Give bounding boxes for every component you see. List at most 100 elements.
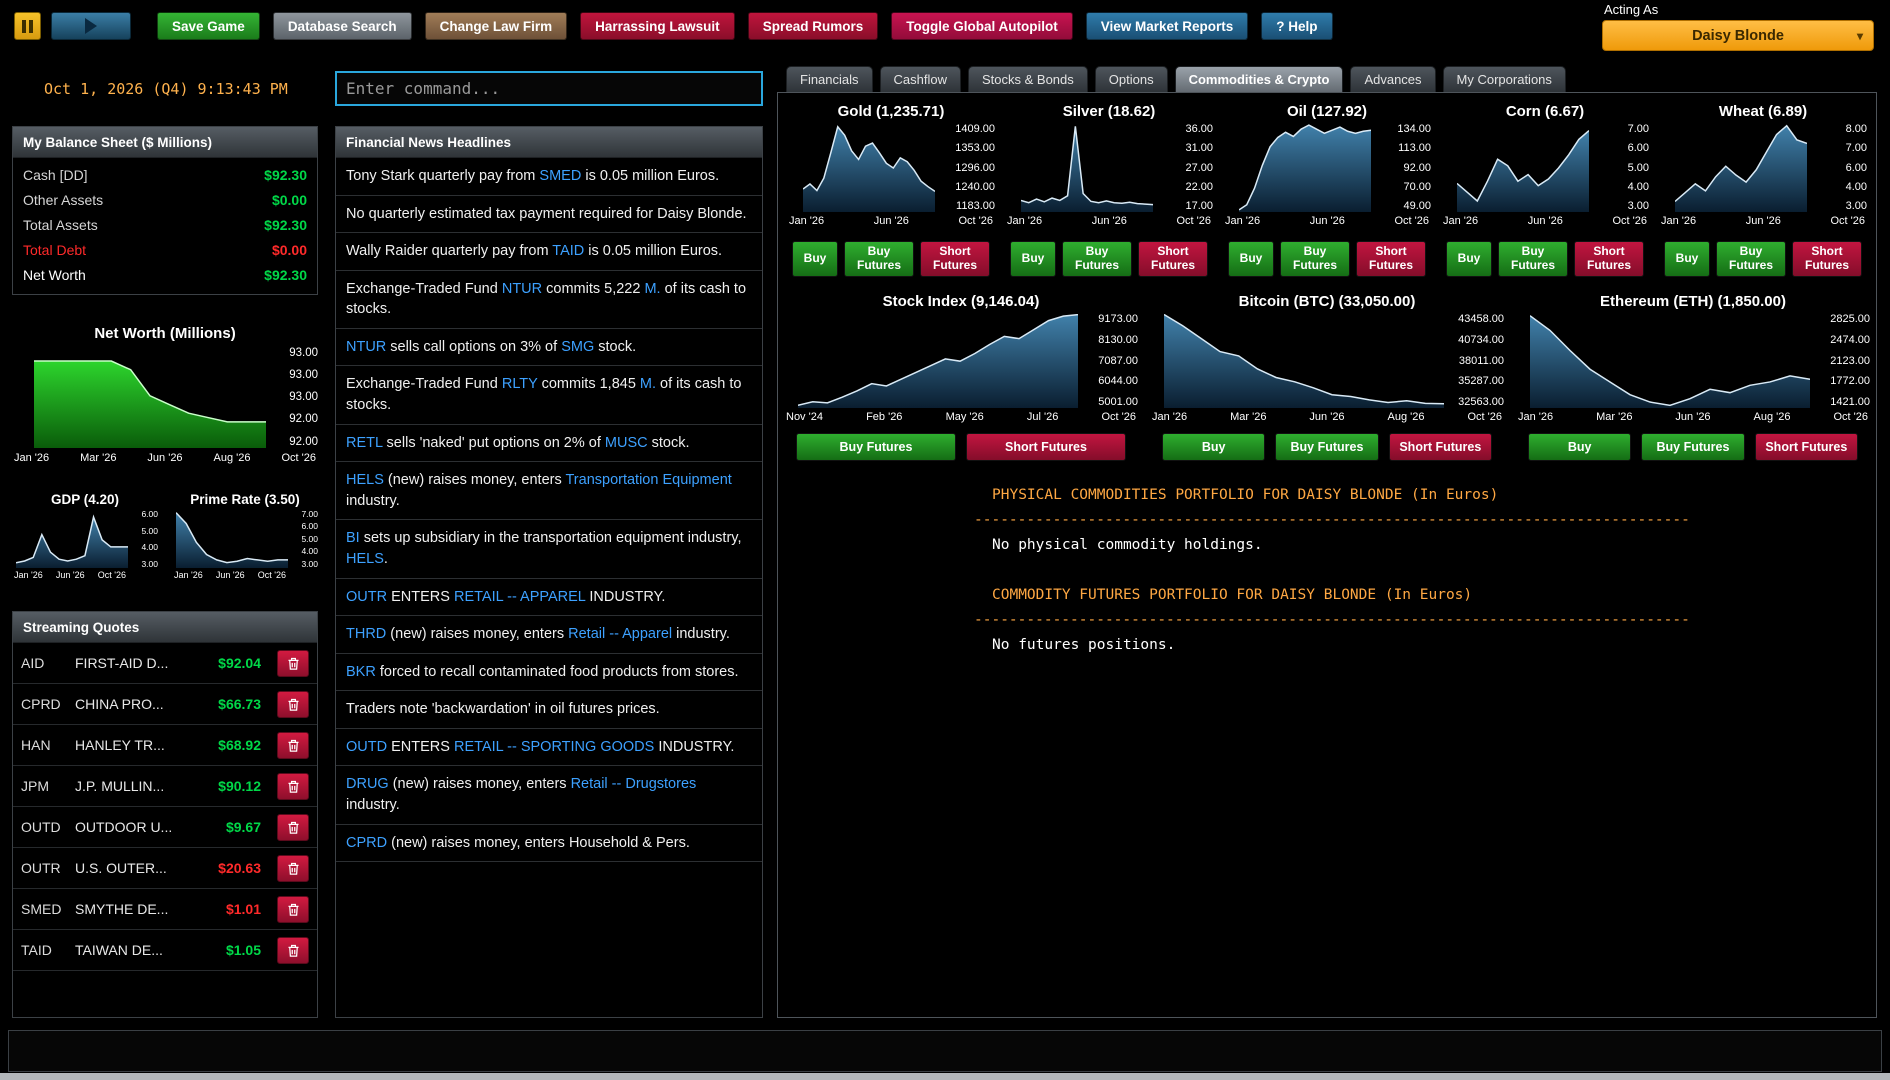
news-item[interactable]: Tony Stark quarterly pay from SMED is 0.…: [336, 158, 762, 196]
news-ticker-link[interactable]: CPRD: [346, 835, 387, 851]
oil-short-futures-button[interactable]: Short Futures: [1356, 241, 1426, 277]
save-game-button[interactable]: Save Game: [157, 12, 260, 40]
news-item[interactable]: Exchange-Traded Fund RLTY commits 1,845 …: [336, 366, 762, 424]
spread-rumors-button[interactable]: Spread Rumors: [748, 12, 879, 40]
quote-row[interactable]: OUTDOUTDOOR U...$9.67: [13, 807, 317, 848]
news-item[interactable]: THRD (new) raises money, enters Retail -…: [336, 616, 762, 654]
quote-row[interactable]: OUTRU.S. OUTER...$20.63: [13, 848, 317, 889]
gold-buy-button[interactable]: Buy: [792, 241, 838, 277]
quote-row[interactable]: JPMJ.P. MULLIN...$90.12: [13, 766, 317, 807]
oil-buy-button[interactable]: Buy: [1228, 241, 1274, 277]
news-ticker-link[interactable]: OUTR: [346, 589, 387, 605]
news-ticker-link[interactable]: BI: [346, 530, 360, 546]
axis-label: Nov '24: [786, 411, 823, 423]
quote-row[interactable]: CPRDCHINA PRO...$66.73: [13, 684, 317, 725]
acting-as-dropdown[interactable]: Daisy Blonde ▾: [1602, 20, 1874, 51]
delete-quote-button[interactable]: [277, 814, 309, 841]
news-ticker-link[interactable]: MUSC: [605, 435, 648, 451]
news-text: Traders note 'backwardation' in oil futu…: [346, 701, 660, 717]
corn-short-futures-button[interactable]: Short Futures: [1574, 241, 1644, 277]
delete-quote-button[interactable]: [277, 691, 309, 718]
stock-index-short-futures-button[interactable]: Short Futures: [966, 433, 1126, 461]
news-item[interactable]: Exchange-Traded Fund NTUR commits 5,222 …: [336, 271, 762, 329]
silver-buy-button[interactable]: Buy: [1010, 241, 1056, 277]
database-search-button[interactable]: Database Search: [273, 12, 412, 40]
harrassing-lawsuit-button[interactable]: Harrassing Lawsuit: [580, 12, 735, 40]
tab-stocks-bonds[interactable]: Stocks & Bonds: [968, 66, 1088, 92]
news-item[interactable]: RETL sells 'naked' put options on 2% of …: [336, 425, 762, 463]
play-button[interactable]: [51, 12, 131, 40]
tab-commodities-crypto[interactable]: Commodities & Crypto: [1175, 66, 1344, 92]
pause-button[interactable]: [14, 12, 41, 40]
news-ticker-link[interactable]: M.: [644, 281, 660, 297]
news-item[interactable]: BKR forced to recall contaminated food p…: [336, 654, 762, 692]
news-ticker-link[interactable]: Retail -- Drugstores: [571, 776, 697, 792]
news-item[interactable]: No quarterly estimated tax payment requi…: [336, 196, 762, 234]
news-item[interactable]: OUTD ENTERS RETAIL -- SPORTING GOODS IND…: [336, 729, 762, 767]
news-item[interactable]: DRUG (new) raises money, enters Retail -…: [336, 766, 762, 824]
ethereum-buy-button[interactable]: Buy: [1528, 433, 1631, 461]
quote-row[interactable]: TAIDTAIWAN DE...$1.05: [13, 930, 317, 971]
silver-buy-futures-button[interactable]: Buy Futures: [1062, 241, 1132, 277]
delete-quote-button[interactable]: [277, 732, 309, 759]
news-ticker-link[interactable]: RETL: [346, 435, 383, 451]
news-ticker-link[interactable]: NTUR: [346, 339, 386, 355]
news-ticker-link[interactable]: HELS: [346, 551, 384, 567]
news-ticker-link[interactable]: Transportation Equipment: [565, 472, 731, 488]
ethereum-buy-futures-button[interactable]: Buy Futures: [1641, 433, 1744, 461]
delete-quote-button[interactable]: [277, 937, 309, 964]
tab-advances[interactable]: Advances: [1350, 66, 1435, 92]
view-market-reports-button[interactable]: View Market Reports: [1086, 12, 1249, 40]
bitcoin-buy-futures-button[interactable]: Buy Futures: [1275, 433, 1378, 461]
news-ticker-link[interactable]: TAID: [552, 243, 584, 259]
news-ticker-link[interactable]: SMED: [539, 168, 581, 184]
news-ticker-link[interactable]: BKR: [346, 664, 376, 680]
delete-quote-button[interactable]: [277, 896, 309, 923]
news-item[interactable]: Traders note 'backwardation' in oil futu…: [336, 691, 762, 729]
news-ticker-link[interactable]: OUTD: [346, 739, 387, 755]
news-ticker-link[interactable]: THRD: [346, 626, 386, 642]
silver-short-futures-button[interactable]: Short Futures: [1138, 241, 1208, 277]
news-ticker-link[interactable]: SMG: [561, 339, 594, 355]
news-ticker-link[interactable]: Retail -- Apparel: [568, 626, 672, 642]
corn-buy-futures-button[interactable]: Buy Futures: [1498, 241, 1568, 277]
news-ticker-link[interactable]: DRUG: [346, 776, 389, 792]
command-input[interactable]: [335, 71, 763, 106]
corn-buy-button[interactable]: Buy: [1446, 241, 1492, 277]
news-ticker-link[interactable]: RETAIL -- APPAREL: [454, 589, 585, 605]
news-ticker-link[interactable]: M.: [640, 376, 656, 392]
news-ticker-link[interactable]: NTUR: [502, 281, 542, 297]
wheat-buy-futures-button[interactable]: Buy Futures: [1716, 241, 1786, 277]
toggle-global-autopilot-button[interactable]: Toggle Global Autopilot: [891, 12, 1072, 40]
wheat-short-futures-button[interactable]: Short Futures: [1792, 241, 1862, 277]
tab-my-corporations[interactable]: My Corporations: [1443, 66, 1566, 92]
news-item[interactable]: OUTR ENTERS RETAIL -- APPAREL INDUSTRY.: [336, 579, 762, 617]
delete-quote-button[interactable]: [277, 773, 309, 800]
quote-row[interactable]: SMEDSMYTHE DE...$1.01: [13, 889, 317, 930]
news-ticker-link[interactable]: RLTY: [502, 376, 538, 392]
delete-quote-button[interactable]: [277, 650, 309, 677]
news-ticker-link[interactable]: HELS: [346, 472, 384, 488]
news-ticker-link[interactable]: RETAIL -- SPORTING GOODS: [454, 739, 654, 755]
gold-buy-futures-button[interactable]: Buy Futures: [844, 241, 914, 277]
tab-options[interactable]: Options: [1095, 66, 1168, 92]
ethereum-short-futures-button[interactable]: Short Futures: [1755, 433, 1858, 461]
news-item[interactable]: NTUR sells call options on 3% of SMG sto…: [336, 329, 762, 367]
change-law-firm-button[interactable]: Change Law Firm: [425, 12, 568, 40]
stock-index-buy-futures-button[interactable]: Buy Futures: [796, 433, 956, 461]
news-item[interactable]: BI sets up subsidiary in the transportat…: [336, 520, 762, 578]
tab-financials[interactable]: Financials: [786, 66, 873, 92]
news-item[interactable]: CPRD (new) raises money, enters Househol…: [336, 825, 762, 863]
quote-row[interactable]: AIDFIRST-AID D...$92.04: [13, 643, 317, 684]
bitcoin-short-futures-button[interactable]: Short Futures: [1389, 433, 1492, 461]
bitcoin-buy-button[interactable]: Buy: [1162, 433, 1265, 461]
delete-quote-button[interactable]: [277, 855, 309, 882]
help-button[interactable]: ? Help: [1261, 12, 1332, 40]
tab-cashflow[interactable]: Cashflow: [880, 66, 961, 92]
gold-short-futures-button[interactable]: Short Futures: [920, 241, 990, 277]
wheat-buy-button[interactable]: Buy: [1664, 241, 1710, 277]
news-item[interactable]: Wally Raider quarterly pay from TAID is …: [336, 233, 762, 271]
news-item[interactable]: HELS (new) raises money, enters Transpor…: [336, 462, 762, 520]
quote-row[interactable]: HANHANLEY TR...$68.92: [13, 725, 317, 766]
oil-buy-futures-button[interactable]: Buy Futures: [1280, 241, 1350, 277]
